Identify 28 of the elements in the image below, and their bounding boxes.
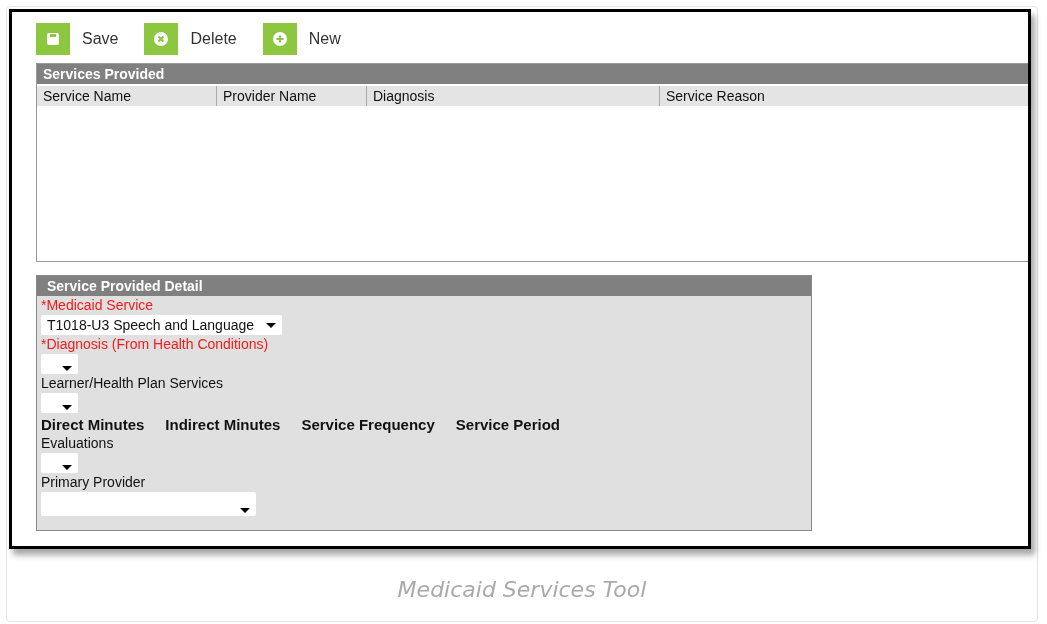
caret-icon: [62, 405, 72, 410]
caret-icon: [62, 366, 72, 371]
panel-header: Services Provided: [37, 64, 1028, 84]
column-heading: Service Frequency: [301, 415, 435, 434]
column-heading: Service Period: [455, 415, 560, 434]
dropdown[interactable]: [41, 393, 78, 413]
column-heading: Direct Minutes: [41, 415, 145, 434]
delete-button[interactable]: Delete: [144, 23, 237, 55]
image-caption: Medicaid Services Tool: [396, 577, 648, 602]
column-header[interactable]: Service Reason: [659, 86, 1028, 106]
dropdown[interactable]: [41, 354, 78, 374]
field-label: Primary Provider: [41, 473, 146, 492]
panel-header: Service Provided Detail: [37, 276, 811, 296]
dropdown[interactable]: [41, 453, 78, 473]
dropdown[interactable]: T1018-U3 Speech and Language: [41, 315, 283, 335]
field-label: Learner/Health Plan Services: [41, 374, 224, 393]
caret-icon: [62, 465, 72, 470]
field-label: *Diagnosis (From Health Conditions): [41, 335, 269, 354]
column-header[interactable]: Provider Name: [216, 86, 366, 106]
save-button[interactable]: Save: [36, 23, 119, 55]
field-label: Evaluations: [41, 434, 114, 453]
column-header[interactable]: Diagnosis: [366, 86, 659, 106]
column-heading: Indirect Minutes: [165, 415, 281, 434]
caret-icon: [266, 322, 277, 328]
new-button[interactable]: New: [262, 23, 341, 55]
caret-icon: [240, 508, 250, 513]
field-label: *Medicaid Service: [41, 296, 154, 315]
column-header[interactable]: Service Name: [37, 86, 216, 106]
